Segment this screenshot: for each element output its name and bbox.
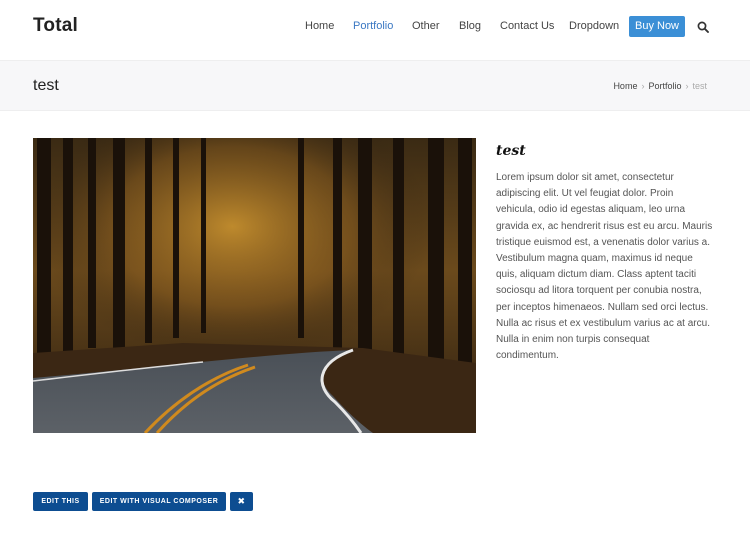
breadcrumb-separator: › — [685, 81, 689, 91]
breadcrumb-home[interactable]: Home — [613, 81, 637, 91]
breadcrumb: Home › Portfolio › test — [613, 81, 707, 91]
project-description: Lorem ipsum dolor sit amet, consectetur … — [496, 172, 713, 362]
forest-road-image — [33, 138, 476, 433]
nav-item-contact-us[interactable]: Contact Us — [500, 20, 554, 32]
portfolio-image — [33, 138, 476, 433]
page-title-bar: test Home › Portfolio › test — [0, 60, 750, 111]
site-header: Total Home Portfolio Other Blog Contact … — [0, 0, 750, 57]
nav-item-home[interactable]: Home — [305, 20, 334, 32]
nav-item-portfolio[interactable]: Portfolio — [353, 20, 393, 32]
edit-this-button[interactable]: EDIT THIS — [33, 492, 88, 511]
nav-item-dropdown[interactable]: Dropdown — [569, 20, 619, 32]
project-heading: test — [496, 143, 526, 159]
nav-item-other[interactable]: Other — [412, 20, 440, 32]
close-icon[interactable]: ✖ — [230, 492, 253, 511]
buy-now-button[interactable]: Buy Now — [629, 16, 685, 37]
edit-with-visual-composer-button[interactable]: EDIT WITH VISUAL COMPOSER — [92, 492, 226, 511]
breadcrumb-portfolio[interactable]: Portfolio — [648, 81, 681, 91]
main-nav: Home Portfolio Other Blog Contact Us Dro… — [0, 0, 750, 57]
breadcrumb-separator: › — [641, 81, 645, 91]
page-title: test — [33, 77, 59, 94]
nav-item-blog[interactable]: Blog — [459, 20, 481, 32]
breadcrumb-current: test — [692, 81, 707, 91]
search-icon[interactable] — [697, 21, 709, 33]
